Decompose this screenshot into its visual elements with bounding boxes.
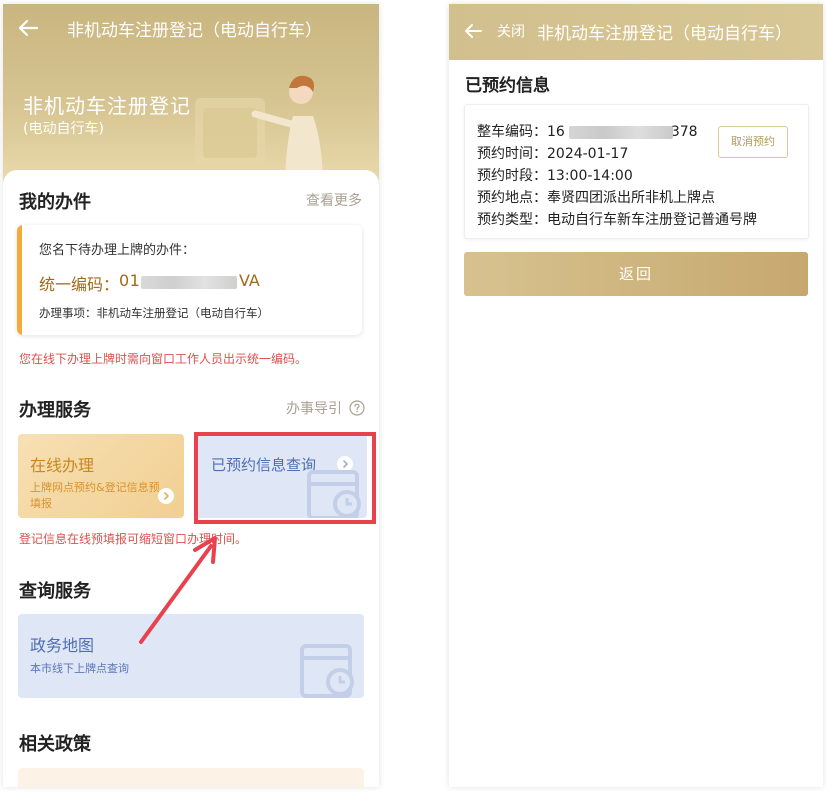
online-service-title: 在线办理 <box>30 456 95 475</box>
redacted-code <box>141 276 237 289</box>
guide-label: 办事导引 <box>286 401 342 417</box>
calendar-watermark-icon <box>300 644 354 698</box>
online-service-tile[interactable]: 在线办理 上牌网点预约&登记信息预填报 <box>18 434 184 518</box>
view-more-link[interactable]: 查看更多 <box>306 190 362 210</box>
gov-map-desc: 本市线下上牌点查询 <box>30 662 129 675</box>
code-hint-note: 您在线下办理上牌时需向窗口工作人员出示统一编码。 <box>19 352 308 366</box>
close-button[interactable]: 关闭 <box>497 21 525 41</box>
task-item: 办理事项：非机动车注册登记（电动自行车） <box>39 306 269 320</box>
place-value: 奉贤四团派出所非机上牌点 <box>547 190 715 206</box>
slot-value: 13:00-14:00 <box>547 168 633 184</box>
unified-code-prefix: 01 <box>119 271 141 290</box>
page-title: 非机动车注册登记（电动自行车） <box>537 24 792 44</box>
booking-info-heading: 已预约信息 <box>465 76 550 96</box>
gov-map-title: 政务地图 <box>30 636 95 655</box>
cancel-booking-button[interactable]: 取消预约 <box>718 126 788 158</box>
main-content: 我的办件 查看更多 您名下待办理上牌的办件： 统一编码： 01 VA 办理事项：… <box>3 170 379 787</box>
vehicle-code-label: 整车编码： <box>477 124 547 140</box>
slot-label: 预约时段： <box>477 168 547 184</box>
services-title: 办理服务 <box>19 400 91 421</box>
slot-row: 预约时段：13:00-14:00 <box>477 165 633 185</box>
vehicle-code-prefix: 16 <box>547 124 565 140</box>
place-row: 预约地点：奉贤四团派出所非机上牌点 <box>477 187 715 207</box>
redacted-vehicle-code <box>569 126 673 139</box>
type-row: 预约类型：电动自行车新车注册登记普通号牌 <box>477 209 757 229</box>
back-arrow-icon[interactable] <box>463 21 483 41</box>
online-service-desc: 上牌网点预约&登记信息预填报 <box>30 481 160 510</box>
officer-illustration-icon <box>195 75 323 176</box>
policy-banner[interactable] <box>18 768 364 787</box>
help-circle-icon <box>349 400 366 416</box>
unified-code-suffix: VA <box>239 271 260 290</box>
right-phone-screen: 关闭 非机动车注册登记（电动自行车） 已预约信息 整车编码：16 378 预约时间… <box>449 4 823 787</box>
red-arrow-icon <box>139 536 217 644</box>
policy-title: 相关政策 <box>19 734 91 755</box>
vehicle-code-suffix: 378 <box>670 124 698 140</box>
pending-task-label: 您名下待办理上牌的办件： <box>39 243 196 258</box>
place-label: 预约地点： <box>477 190 547 206</box>
left-phone-screen: 非机动车注册登记（电动自行车） 非机动车注册登记 (电动自行车) 我的办件 查看… <box>3 4 379 787</box>
hero-banner: 非机动车注册登记（电动自行车） 非机动车注册登记 (电动自行车) <box>3 4 379 184</box>
type-label: 预约类型： <box>477 212 547 228</box>
booking-info-card: 整车编码：16 378 预约时间：2024-01-17 预约时段：13:00-14… <box>464 104 809 239</box>
date-row: 预约时间：2024-01-17 <box>477 143 628 163</box>
query-services-title: 查询服务 <box>19 581 91 602</box>
my-tasks-title: 我的办件 <box>19 192 91 213</box>
page-title: 非机动车注册登记（电动自行车） <box>67 21 322 41</box>
return-button[interactable]: 返回 <box>464 252 808 296</box>
hero-subtitle: (电动自行车) <box>23 121 104 137</box>
date-value: 2024-01-17 <box>547 146 629 162</box>
chevron-right-icon <box>158 488 174 504</box>
back-arrow-icon[interactable] <box>17 17 39 39</box>
accent-bar <box>17 225 22 335</box>
guide-link[interactable]: 办事导引 <box>286 398 366 418</box>
highlight-frame <box>194 432 376 524</box>
date-label: 预约时间： <box>477 146 547 162</box>
type-value: 电动自行车新车注册登记普通号牌 <box>547 212 757 228</box>
top-bar: 非机动车注册登记（电动自行车） <box>3 4 379 52</box>
pending-task-card[interactable]: 您名下待办理上牌的办件： 统一编码： 01 VA 办理事项：非机动车注册登记（电… <box>17 225 362 335</box>
hero-title: 非机动车注册登记 <box>23 94 191 118</box>
unified-code-label: 统一编码： <box>39 275 120 294</box>
top-bar: 关闭 非机动车注册登记（电动自行车） <box>449 4 823 60</box>
